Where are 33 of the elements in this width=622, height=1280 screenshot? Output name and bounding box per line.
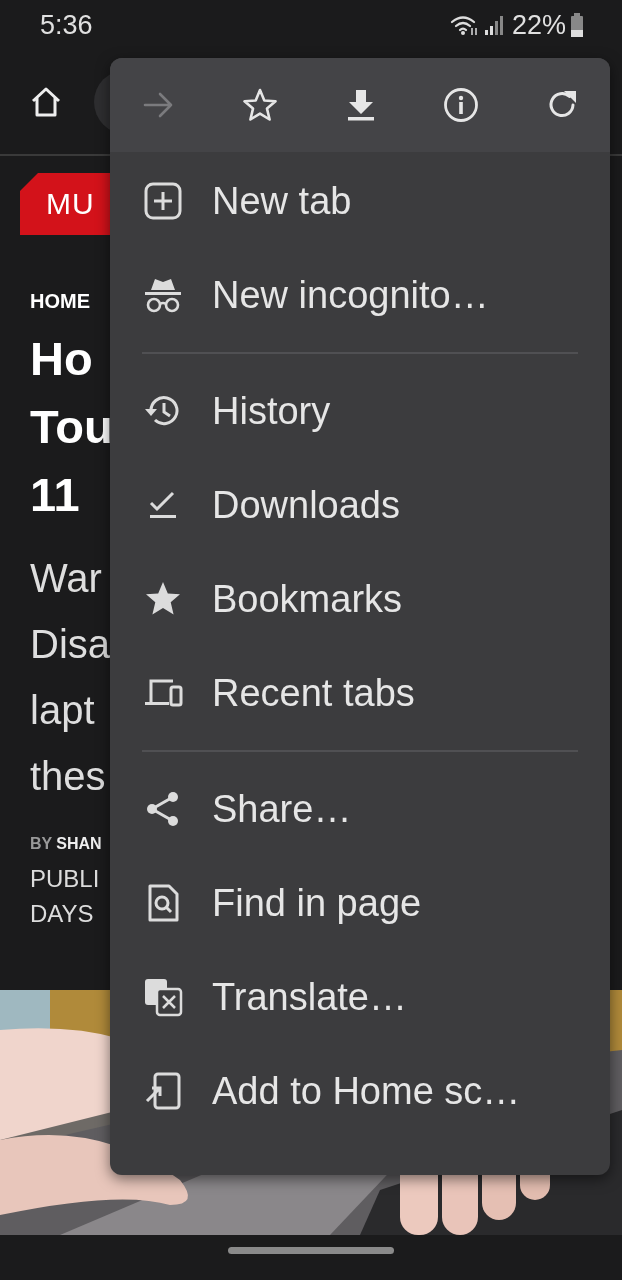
menu-item[interactable]: Translate… xyxy=(110,950,610,1044)
article-summary: thes xyxy=(30,753,106,800)
battery-percentage: 22% xyxy=(511,9,566,41)
plus-square-icon xyxy=(143,181,183,221)
translate-icon xyxy=(143,977,183,1017)
publish-date: PUBLI xyxy=(30,864,100,894)
menu-item[interactable]: History xyxy=(110,364,610,458)
add-to-home-icon xyxy=(143,1071,183,1111)
logo-text: MU xyxy=(46,187,95,221)
byline-label: BY xyxy=(30,835,53,852)
clock-time: 5:36 xyxy=(40,9,93,41)
menu-item[interactable]: Find in page xyxy=(110,856,610,950)
menu-item[interactable]: Add to Home sc… xyxy=(110,1044,610,1138)
signal-icon xyxy=(483,14,504,36)
menu-item[interactable]: Bookmarks xyxy=(110,552,610,646)
article-title: 11 xyxy=(30,467,80,523)
author-name[interactable]: SHAN xyxy=(56,835,102,852)
publish-date: DAYS xyxy=(30,899,94,929)
article-summary: lapt xyxy=(30,687,95,734)
article-title: Ho xyxy=(30,331,93,387)
article-summary: Disa xyxy=(30,621,111,668)
article-summary: War xyxy=(30,555,102,602)
info-icon[interactable] xyxy=(443,87,480,123)
article-title: Tou xyxy=(30,399,113,455)
gesture-handle[interactable] xyxy=(228,1246,394,1254)
star-icon[interactable] xyxy=(241,87,278,123)
menu-item[interactable]: New incognito… xyxy=(110,248,610,342)
menu-item[interactable]: Recent tabs xyxy=(110,646,610,740)
menu-item[interactable]: Downloads xyxy=(110,458,610,552)
wifi-icon xyxy=(449,14,480,36)
menu-item[interactable]: New tab xyxy=(110,154,610,248)
menu-item[interactable]: Share… xyxy=(110,762,610,856)
battery-icon xyxy=(570,13,584,37)
